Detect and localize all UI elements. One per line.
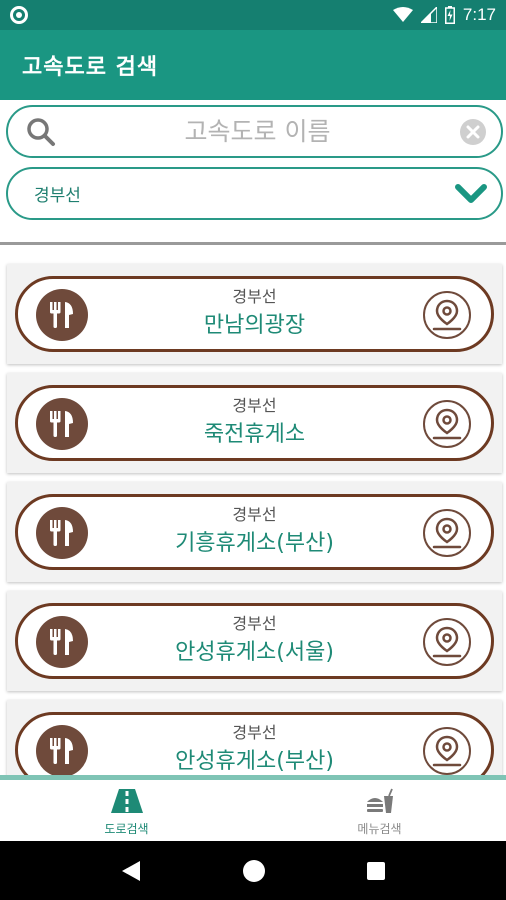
list-item[interactable]: 경부선 죽전휴게소 [7, 373, 502, 473]
list-item[interactable]: 경부선 안성휴게소(서울) [7, 591, 502, 691]
list-item-pill[interactable]: 경부선 만남의광장 [15, 276, 494, 352]
route-label: 경부선 [232, 287, 277, 306]
rest-area-name: 만남의광장 [203, 313, 306, 338]
page-title: 고속도로 검색 [22, 55, 159, 80]
system-nav-bar [0, 841, 506, 900]
rest-area-name: 안성휴게소(서울) [175, 640, 334, 665]
map-pin-icon [432, 517, 462, 549]
search-input[interactable] [56, 117, 459, 146]
rest-area-name: 기흥휴게소(부산) [175, 531, 334, 556]
nav-label-menu-search: 메뉴검색 [357, 822, 402, 836]
map-location-button[interactable] [423, 509, 471, 557]
chevron-down-icon [455, 183, 487, 203]
rest-area-name: 죽전휴게소 [203, 422, 306, 447]
rest-area-name: 안성휴게소(부산) [175, 749, 334, 774]
list-item[interactable]: 경부선 기흥휴게소(부산) [7, 482, 502, 582]
wifi-icon [392, 7, 413, 22]
home-icon[interactable] [242, 859, 266, 883]
food-drink-icon [366, 788, 393, 813]
rest-area-list[interactable]: 경부선 만남의광장 경부선 죽전휴게소 경부선 기흥휴게소(부산) 경부선 안성… [0, 260, 506, 775]
list-item-pill[interactable]: 경부선 기흥휴게소(부산) [15, 494, 494, 570]
app-bar: 고속도로 검색 [0, 30, 506, 100]
route-label: 경부선 [232, 614, 277, 633]
divider [0, 242, 506, 245]
map-pin-icon [432, 408, 462, 440]
notification-dot-icon [10, 6, 28, 24]
list-item-pill[interactable]: 경부선 안성휴게소(부산) [15, 712, 494, 775]
clear-icon[interactable] [459, 118, 487, 146]
list-item[interactable]: 경부선 만남의광장 [7, 264, 502, 364]
map-pin-icon [432, 299, 462, 331]
status-bar: 7:17 [0, 0, 506, 30]
map-location-button[interactable] [423, 727, 471, 775]
map-pin-icon [432, 626, 462, 658]
back-icon[interactable] [120, 859, 142, 883]
list-item-pill[interactable]: 경부선 죽전휴게소 [15, 385, 494, 461]
map-pin-icon [432, 735, 462, 767]
road-icon [110, 789, 143, 813]
recents-icon[interactable] [366, 861, 386, 881]
nav-menu-search[interactable]: 메뉴검색 [253, 780, 506, 841]
bottom-nav: 도로검색 메뉴검색 [0, 775, 506, 841]
list-item[interactable]: 경부선 안성휴게소(부산) [7, 700, 502, 775]
status-time: 7:17 [462, 5, 496, 24]
nav-label-road-search: 도로검색 [104, 822, 149, 836]
search-box[interactable] [6, 105, 503, 158]
route-label: 경부선 [232, 505, 277, 524]
route-select-value: 경부선 [34, 186, 81, 206]
battery-icon [444, 6, 455, 24]
map-location-button[interactable] [423, 400, 471, 448]
search-icon [27, 117, 55, 146]
map-location-button[interactable] [423, 291, 471, 339]
route-label: 경부선 [232, 723, 277, 742]
cell-signal-icon [420, 7, 437, 23]
route-select[interactable]: 경부선 [6, 167, 503, 220]
list-item-pill[interactable]: 경부선 안성휴게소(서울) [15, 603, 494, 679]
nav-road-search[interactable]: 도로검색 [0, 780, 253, 841]
route-label: 경부선 [232, 396, 277, 415]
map-location-button[interactable] [423, 618, 471, 666]
